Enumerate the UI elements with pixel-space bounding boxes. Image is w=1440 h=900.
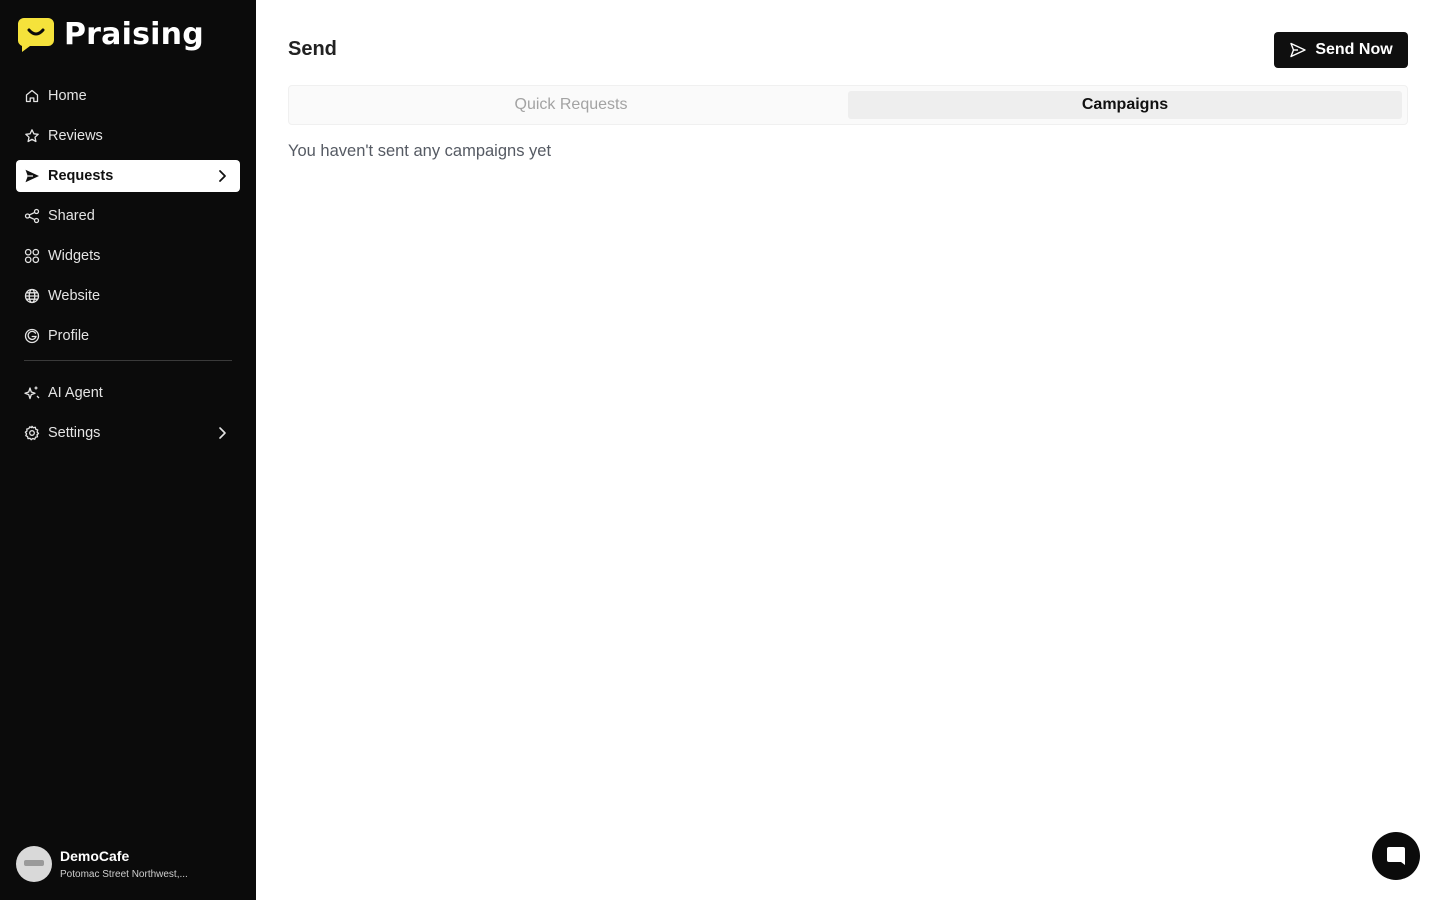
sidebar-item-label: Settings: [48, 425, 101, 441]
gear-icon: [24, 425, 40, 441]
sidebar-item-label: AI Agent: [48, 385, 103, 401]
home-icon: [24, 88, 40, 104]
brand-name: Praising: [64, 17, 204, 52]
page-title: Send: [288, 38, 337, 60]
account-switcher[interactable]: DemoCafe Potomac Street Northwest,...: [16, 846, 188, 882]
sidebar-nav: Home Reviews Requests Shared Widgets Web…: [16, 80, 240, 457]
sidebar-item-settings[interactable]: Settings: [16, 417, 240, 449]
chat-launcher-button[interactable]: [1372, 832, 1420, 880]
praising-logo-icon: [18, 18, 54, 52]
star-icon: [24, 128, 40, 144]
sidebar-item-label: Website: [48, 288, 101, 304]
avatar: [16, 846, 52, 882]
brand-logo[interactable]: Praising: [18, 18, 204, 52]
sidebar: Praising Home Reviews Requests Shared Wi…: [0, 0, 256, 900]
sidebar-item-website[interactable]: Website: [16, 280, 240, 312]
sidebar-item-label: Shared: [48, 208, 95, 224]
sparkle-icon: [24, 385, 40, 401]
account-name: DemoCafe: [60, 847, 130, 864]
chevron-right-icon: [219, 427, 226, 439]
google-icon: [24, 328, 40, 344]
send-now-button[interactable]: Send Now: [1274, 32, 1408, 68]
sidebar-item-label: Reviews: [48, 128, 103, 144]
account-address: Potomac Street Northwest,...: [60, 868, 188, 880]
send-icon: [24, 168, 40, 184]
empty-state-message: You haven't sent any campaigns yet: [288, 142, 552, 160]
tab-quick-requests[interactable]: Quick Requests: [294, 91, 848, 119]
sidebar-divider: [24, 360, 232, 361]
sidebar-item-profile[interactable]: Profile: [16, 320, 240, 352]
request-tabs: Quick Requests Campaigns: [288, 85, 1408, 125]
sidebar-item-ai-agent[interactable]: AI Agent: [16, 377, 240, 409]
sidebar-item-label: Home: [48, 88, 87, 104]
globe-icon: [24, 288, 40, 304]
share-icon: [24, 208, 40, 224]
sidebar-item-widgets[interactable]: Widgets: [16, 240, 240, 272]
grid-icon: [24, 248, 40, 264]
chat-icon: [1387, 847, 1405, 865]
send-icon: [1290, 42, 1307, 58]
tab-campaigns[interactable]: Campaigns: [848, 91, 1402, 119]
sidebar-item-label: Requests: [48, 168, 114, 184]
sidebar-item-label: Profile: [48, 328, 90, 344]
sidebar-item-requests[interactable]: Requests: [16, 160, 240, 192]
send-now-label: Send Now: [1315, 41, 1393, 58]
sidebar-item-home[interactable]: Home: [16, 80, 240, 112]
sidebar-item-reviews[interactable]: Reviews: [16, 120, 240, 152]
sidebar-item-shared[interactable]: Shared: [16, 200, 240, 232]
sidebar-item-label: Widgets: [48, 248, 101, 264]
chevron-right-icon: [219, 170, 226, 182]
